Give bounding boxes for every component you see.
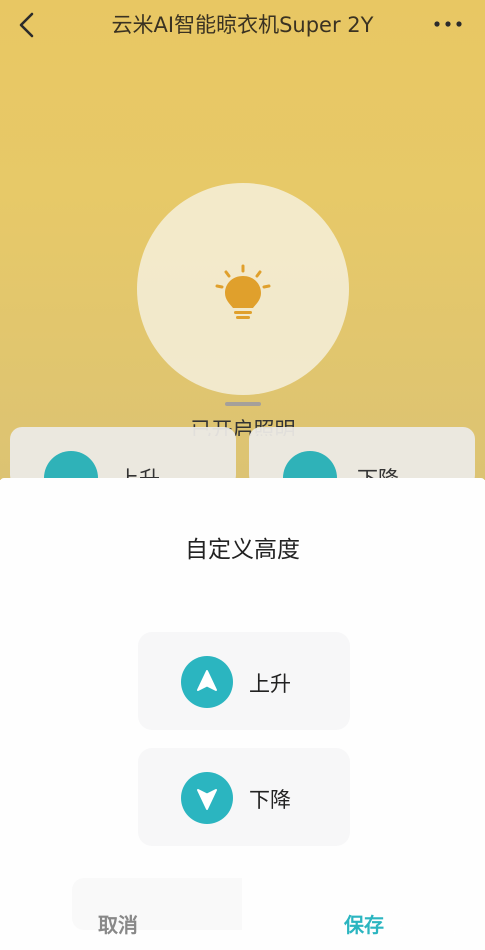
height-down-button[interactable]: 下降 [138, 748, 350, 846]
arrow-up-icon [181, 656, 233, 708]
back-button[interactable] [12, 10, 42, 40]
back-arrow-icon [19, 12, 34, 38]
watermark-small: 新浪 [392, 904, 408, 934]
height-up-label: 上升 [249, 672, 291, 696]
cancel-button[interactable]: 取消 [98, 909, 138, 938]
height-up-button[interactable]: 上升 [138, 632, 350, 730]
more-icon [434, 21, 462, 27]
more-button[interactable] [431, 12, 465, 36]
watermark-logo: 新浪 众测 [392, 902, 482, 948]
arrow-down-icon [181, 772, 233, 824]
lightbulb-icon [215, 264, 271, 319]
sheet-title: 自定义高度 [185, 537, 300, 563]
watermark-big: 众测 [414, 911, 469, 940]
drag-handle[interactable] [225, 402, 261, 406]
page-title: 云米AI智能晾衣机Super 2Y [111, 13, 374, 37]
save-button[interactable]: 保存 [344, 909, 384, 938]
top-bar: 云米AI智能晾衣机Super 2Y [0, 0, 485, 52]
custom-height-sheet: 自定义高度 上升 下降 取消 保存 新浪 众测 [0, 478, 485, 950]
height-down-label: 下降 [249, 788, 291, 812]
